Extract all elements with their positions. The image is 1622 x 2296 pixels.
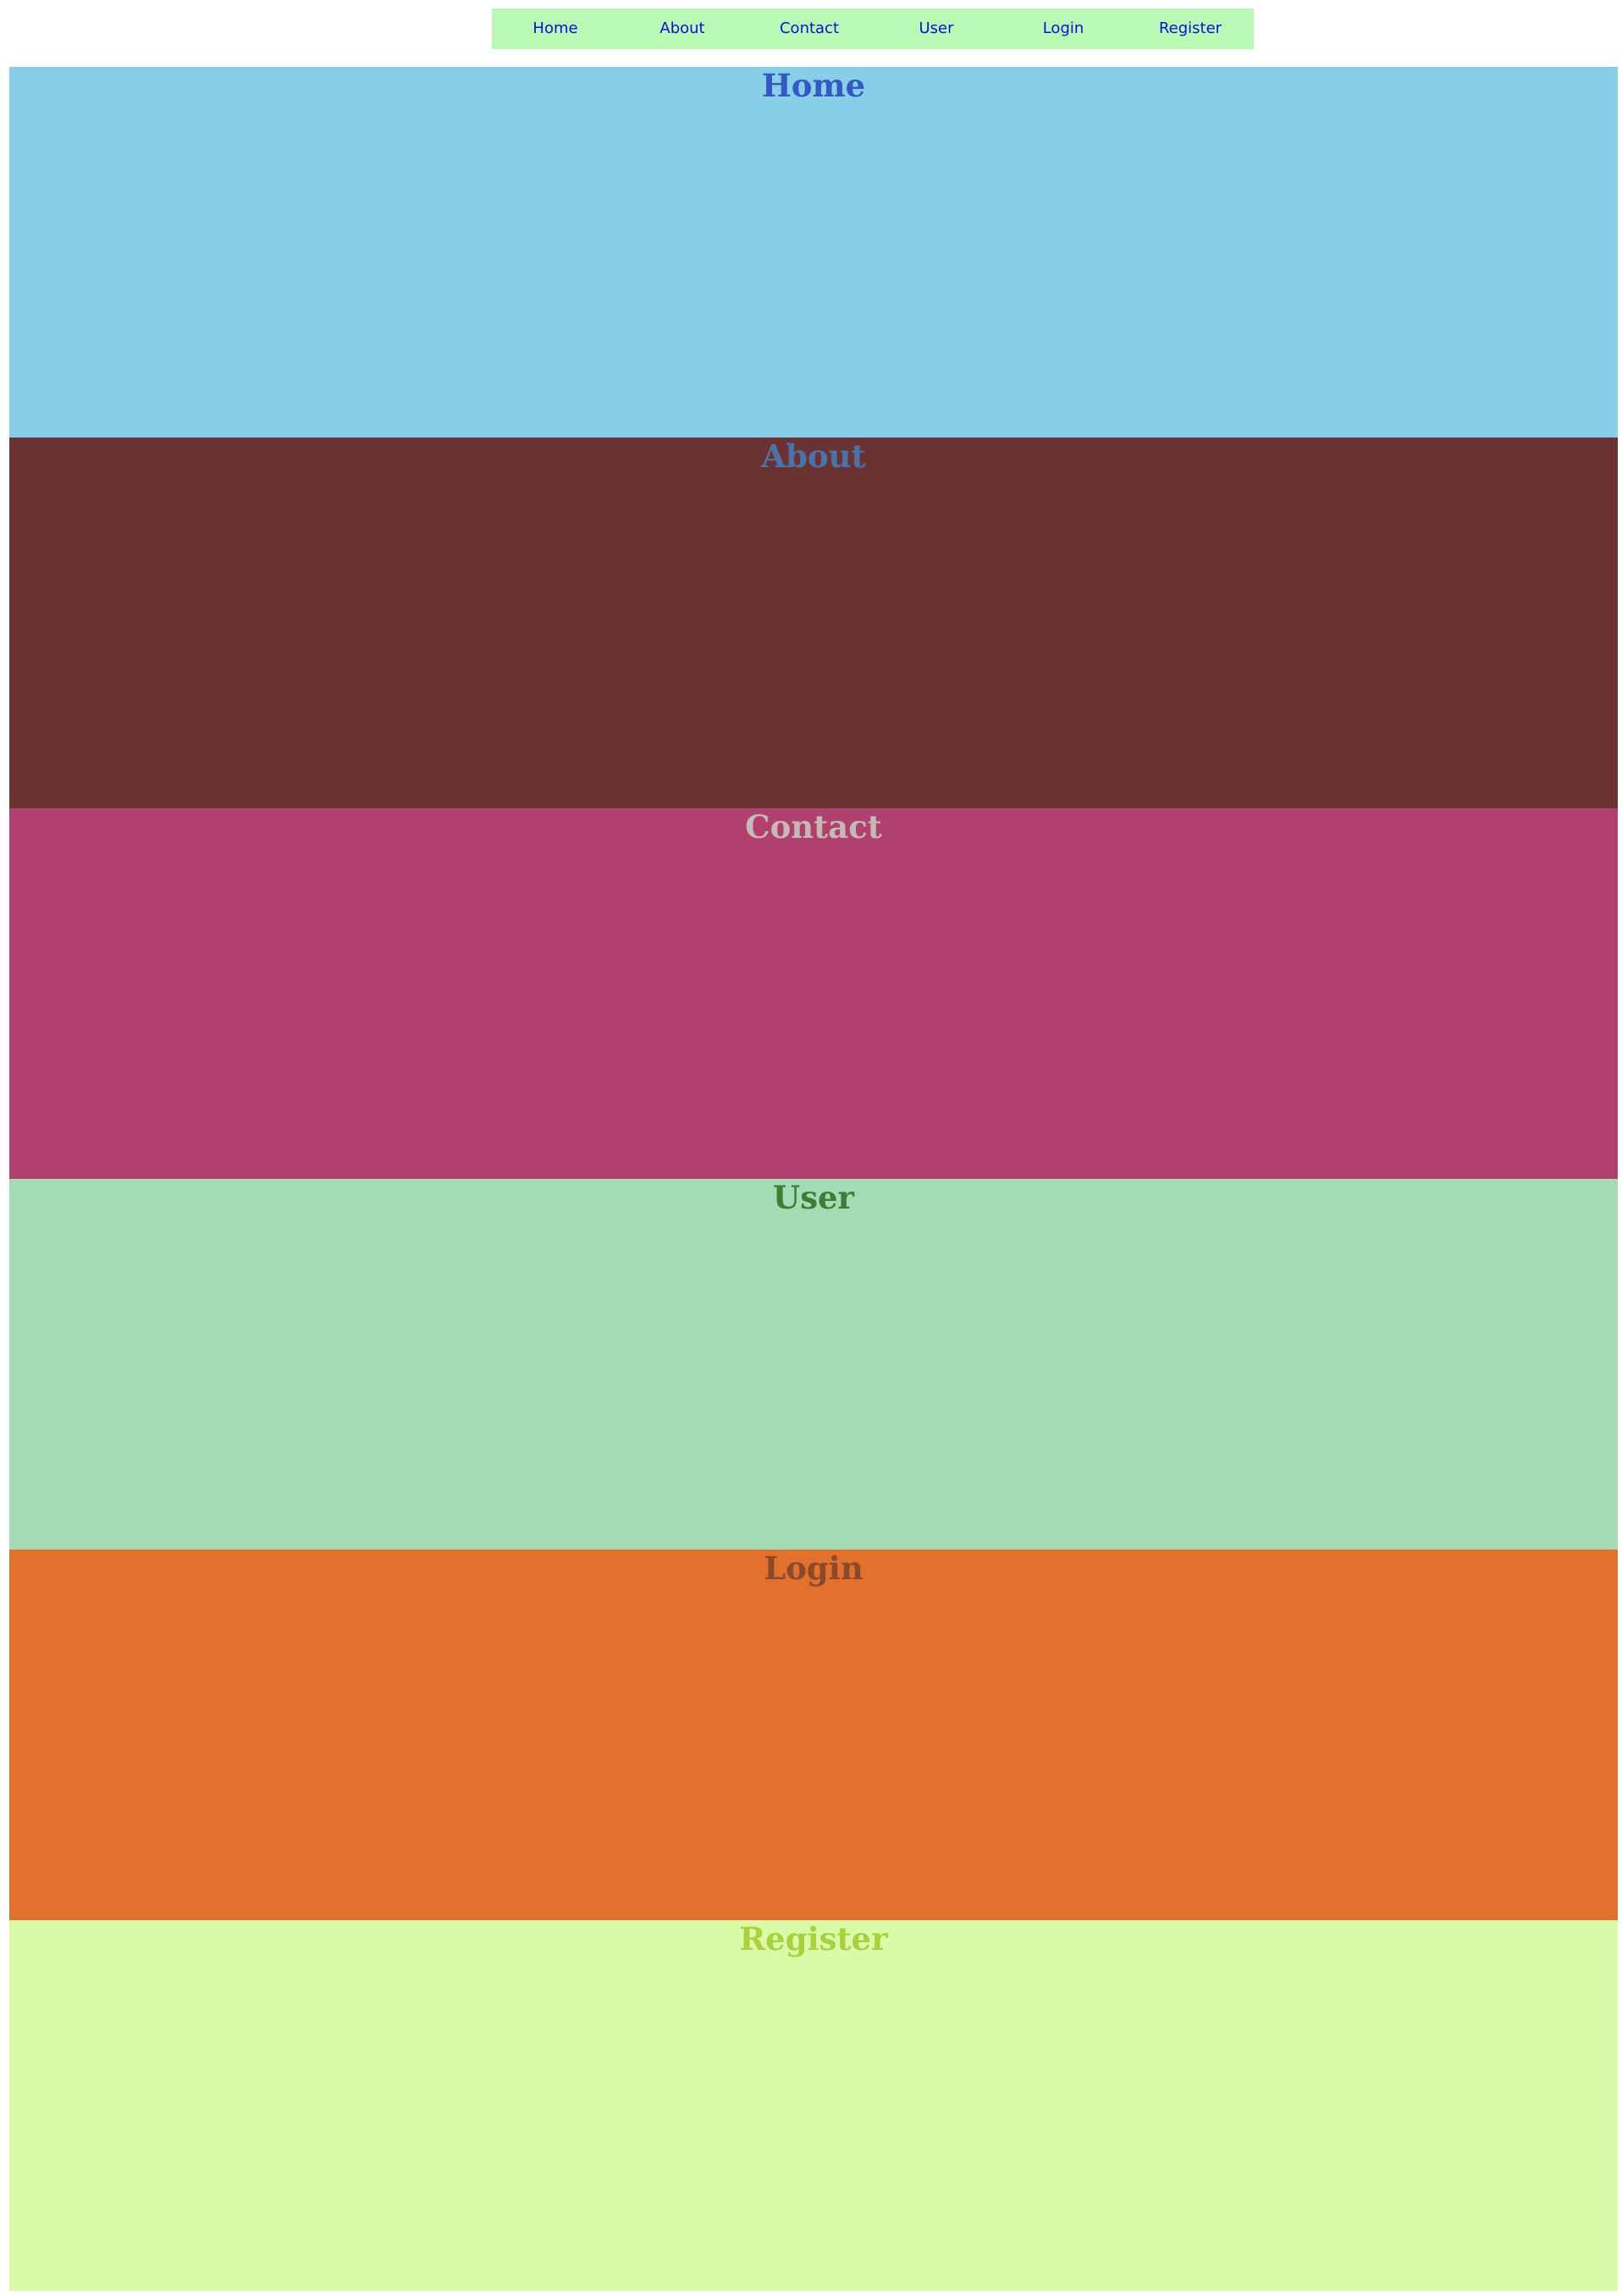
- section-home-title: Home: [761, 67, 866, 104]
- nav-link-user[interactable]: User: [873, 8, 1000, 49]
- section-register-title: Register: [739, 1920, 888, 1957]
- nav-link-about[interactable]: About: [619, 8, 746, 49]
- section-register: Register: [9, 1920, 1618, 2291]
- section-contact: Contact: [9, 808, 1618, 1179]
- nav-link-contact[interactable]: Contact: [746, 8, 873, 49]
- nav-link-register[interactable]: Register: [1127, 8, 1254, 49]
- section-user: User: [9, 1179, 1618, 1550]
- sections-container: Home About Contact User Login Register: [9, 67, 1618, 2291]
- section-login: Login: [9, 1550, 1618, 1920]
- nav-link-login[interactable]: Login: [1000, 8, 1127, 49]
- section-login-title: Login: [764, 1550, 863, 1587]
- section-about-title: About: [761, 438, 866, 475]
- nav-link-home[interactable]: Home: [492, 8, 619, 49]
- section-home: Home: [9, 67, 1618, 438]
- section-about: About: [9, 438, 1618, 808]
- section-contact-title: Contact: [745, 808, 882, 845]
- top-nav: Home About Contact User Login Register: [492, 8, 1254, 49]
- section-user-title: User: [772, 1179, 855, 1216]
